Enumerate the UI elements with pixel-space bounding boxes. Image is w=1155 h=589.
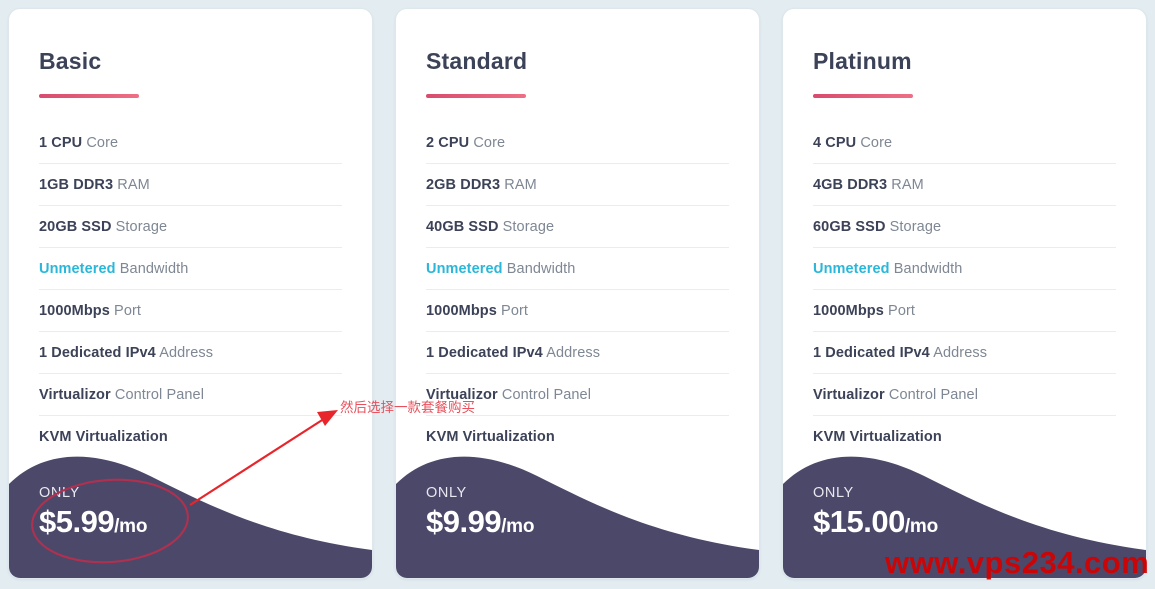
- feature-text: Port: [109, 303, 142, 320]
- feature-item: 1000Mbps Port: [426, 290, 729, 333]
- feature-text: RAM: [500, 177, 537, 194]
- feature-highlight: 20GB SSD: [39, 219, 112, 236]
- plan-accent-bar: [39, 94, 139, 99]
- feature-item: 1 Dedicated IPv4 Address: [813, 332, 1116, 375]
- feature-text: Core: [469, 135, 506, 152]
- price-block: ONLY $15.00/mo: [813, 485, 938, 540]
- only-label: ONLY: [813, 484, 854, 501]
- feature-highlight: 1 CPU: [39, 135, 83, 152]
- feature-item: 2GB DDR3 RAM: [426, 164, 729, 207]
- feature-text: Address: [929, 345, 988, 362]
- feature-text: Control Panel: [110, 387, 205, 404]
- feature-item: Unmetered Bandwidth: [813, 248, 1116, 291]
- feature-text: Port: [496, 303, 529, 320]
- feature-item: Virtualizor Control Panel: [39, 374, 342, 417]
- site-watermark: www.vps234.com: [885, 545, 1150, 580]
- plan-title: Basic: [39, 48, 102, 74]
- feature-highlight: 2GB DDR3: [426, 177, 501, 194]
- price-amount: $15.00: [813, 504, 905, 540]
- price-amount: $9.99: [426, 504, 502, 540]
- feature-highlight: 60GB SSD: [813, 219, 886, 236]
- feature-text: Control Panel: [497, 387, 592, 404]
- feature-highlight: Virtualizor: [39, 387, 111, 404]
- feature-item: 20GB SSD Storage: [39, 206, 342, 249]
- feature-text: RAM: [113, 177, 150, 194]
- feature-text: Address: [155, 345, 214, 362]
- feature-text: Core: [82, 135, 119, 152]
- feature-highlight: 2 CPU: [426, 135, 470, 152]
- only-label: ONLY: [426, 484, 467, 501]
- feature-text: Control Panel: [884, 387, 979, 404]
- feature-text: Bandwidth: [889, 261, 963, 278]
- feature-item: 1000Mbps Port: [813, 290, 1116, 333]
- feature-item: 2 CPU Core: [426, 122, 729, 165]
- feature-item: KVM Virtualization: [813, 416, 1116, 457]
- pricing-table: Basic 1 CPU Core 1GB DDR3 RAM 20GB SSD Stor…: [0, 0, 1155, 589]
- feature-text: Port: [883, 303, 916, 320]
- feature-highlight: 40GB SSD: [426, 219, 499, 236]
- price-line: $5.99/mo: [39, 504, 147, 540]
- feature-highlight: 1000Mbps: [813, 303, 884, 320]
- feature-text: Storage: [498, 219, 555, 236]
- feature-highlight: 4 CPU: [813, 135, 857, 152]
- feature-item: KVM Virtualization: [39, 416, 342, 457]
- feature-item: 4GB DDR3 RAM: [813, 164, 1116, 207]
- plan-title: Standard: [426, 48, 528, 74]
- feature-text: RAM: [887, 177, 924, 194]
- feature-highlight: KVM Virtualization: [813, 429, 942, 446]
- feature-highlight: 1000Mbps: [39, 303, 110, 320]
- feature-list: 1 CPU Core 1GB DDR3 RAM 20GB SSD Storage Un…: [39, 122, 342, 457]
- feature-text: Storage: [111, 219, 168, 236]
- feature-highlight: 1000Mbps: [426, 303, 497, 320]
- feature-highlight: KVM Virtualization: [426, 429, 555, 446]
- pricing-card-standard[interactable]: Standard 2 CPU Core 2GB DDR3 RAM 40GB SSD S…: [395, 8, 760, 579]
- price-period: /mo: [904, 516, 939, 538]
- feature-highlight: 1 Dedicated IPv4: [39, 345, 156, 362]
- feature-text: Core: [856, 135, 893, 152]
- feature-item: 40GB SSD Storage: [426, 206, 729, 249]
- feature-text: Address: [542, 345, 601, 362]
- feature-item: 1 Dedicated IPv4 Address: [39, 332, 342, 375]
- feature-item: 1 Dedicated IPv4 Address: [426, 332, 729, 375]
- feature-item: 1 CPU Core: [39, 122, 342, 165]
- feature-item: 4 CPU Core: [813, 122, 1116, 165]
- feature-highlight: KVM Virtualization: [39, 429, 168, 446]
- plan-accent-bar: [813, 94, 913, 99]
- feature-text: Bandwidth: [115, 261, 189, 278]
- feature-item: Unmetered Bandwidth: [426, 248, 729, 291]
- pricing-card-platinum[interactable]: Platinum 4 CPU Core 4GB DDR3 RAM 60GB SSD S…: [782, 8, 1147, 579]
- price-amount: $5.99: [39, 504, 115, 540]
- feature-highlight: 1 Dedicated IPv4: [426, 345, 543, 362]
- feature-highlight: 4GB DDR3: [813, 177, 888, 194]
- feature-item: 1000Mbps Port: [39, 290, 342, 333]
- price-block: ONLY $5.99/mo: [39, 485, 147, 540]
- feature-highlight: 1GB DDR3: [39, 177, 114, 194]
- feature-item: KVM Virtualization: [426, 416, 729, 457]
- price-line: $9.99/mo: [426, 504, 534, 540]
- feature-highlight: Unmetered: [813, 261, 890, 278]
- plan-accent-bar: [426, 94, 526, 99]
- feature-item: 60GB SSD Storage: [813, 206, 1116, 249]
- price-period: /mo: [114, 516, 148, 538]
- price-block: ONLY $9.99/mo: [426, 485, 534, 540]
- feature-highlight: 1 Dedicated IPv4: [813, 345, 930, 362]
- feature-text: Bandwidth: [502, 261, 576, 278]
- annotation-note: 然后选择一款套餐购买: [340, 400, 475, 416]
- feature-highlight: Virtualizor: [813, 387, 885, 404]
- price-period: /mo: [501, 516, 535, 538]
- feature-item: Virtualizor Control Panel: [813, 374, 1116, 417]
- feature-item: 1GB DDR3 RAM: [39, 164, 342, 207]
- feature-text: Storage: [885, 219, 942, 236]
- feature-list: 4 CPU Core 4GB DDR3 RAM 60GB SSD Storage Un…: [813, 122, 1116, 457]
- feature-item: Unmetered Bandwidth: [39, 248, 342, 291]
- feature-highlight: Unmetered: [39, 261, 116, 278]
- price-line: $15.00/mo: [813, 504, 938, 540]
- pricing-card-basic[interactable]: Basic 1 CPU Core 1GB DDR3 RAM 20GB SSD Stor…: [8, 8, 373, 579]
- feature-highlight: Unmetered: [426, 261, 503, 278]
- plan-title: Platinum: [813, 48, 912, 74]
- only-label: ONLY: [39, 484, 80, 501]
